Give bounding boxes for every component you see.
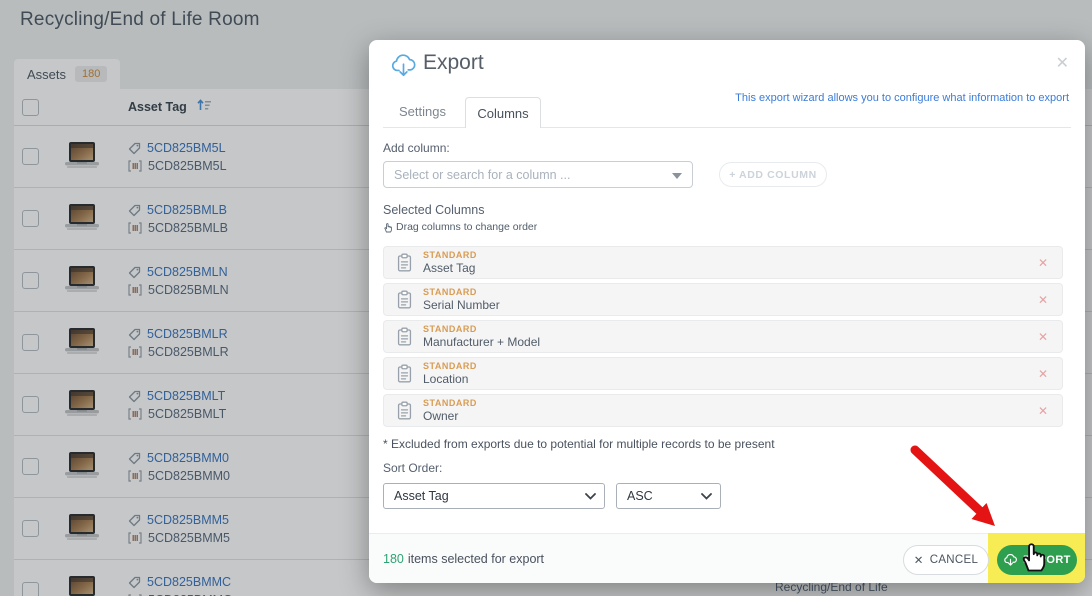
selected-column-card[interactable]: STANDARD Manufacturer + Model ✕: [383, 320, 1063, 353]
chevron-down-icon: [701, 493, 720, 500]
column-search-select[interactable]: Select or search for a column ...: [383, 161, 693, 188]
cancel-x-icon: ✕: [914, 553, 924, 567]
cancel-button[interactable]: ✕ CANCEL: [903, 545, 989, 575]
add-column-button[interactable]: + ADD COLUMN: [719, 162, 827, 187]
add-column-label: Add column:: [383, 141, 450, 155]
column-name: Asset Tag: [423, 262, 1038, 274]
clipboard-icon: [396, 253, 413, 272]
selected-column-card[interactable]: STANDARD Asset Tag ✕: [383, 246, 1063, 279]
cloud-download-icon: [1003, 554, 1018, 567]
hand-pointer-icon: [383, 222, 392, 233]
remove-column-icon[interactable]: ✕: [1038, 404, 1048, 418]
hand-cursor: [1018, 540, 1046, 573]
chevron-down-icon: [585, 493, 604, 500]
close-icon[interactable]: ✕: [1056, 53, 1069, 73]
remove-column-icon[interactable]: ✕: [1038, 256, 1048, 270]
column-search-placeholder: Select or search for a column ...: [384, 168, 672, 182]
clipboard-icon: [396, 327, 413, 346]
column-name: Serial Number: [423, 299, 1038, 311]
selected-count: 180: [383, 552, 404, 566]
selected-column-card[interactable]: STANDARD Location ✕: [383, 357, 1063, 390]
column-type-badge: STANDARD: [423, 362, 1038, 371]
remove-column-icon[interactable]: ✕: [1038, 367, 1048, 381]
selected-columns-list: STANDARD Asset Tag ✕ STANDARD Serial Num…: [383, 246, 1063, 431]
cloud-download-icon: [390, 54, 417, 84]
chevron-down-icon: [672, 166, 692, 184]
remove-column-icon[interactable]: ✕: [1038, 330, 1048, 344]
sort-field-select[interactable]: Asset Tag: [383, 483, 605, 509]
drag-columns-hint: Drag columns to change order: [383, 221, 537, 233]
modal-title: Export: [423, 51, 484, 75]
modal-footer: 180items selected for export ✕ CANCEL EX…: [369, 533, 1085, 583]
column-type-badge: STANDARD: [423, 251, 1038, 260]
selected-column-card[interactable]: STANDARD Serial Number ✕: [383, 283, 1063, 316]
column-type-badge: STANDARD: [423, 325, 1038, 334]
excluded-note: * Excluded from exports due to potential…: [383, 437, 775, 451]
column-type-badge: STANDARD: [423, 399, 1038, 408]
clipboard-icon: [396, 364, 413, 383]
sort-order-label: Sort Order:: [383, 461, 442, 475]
column-name: Location: [423, 373, 1038, 385]
tab-columns[interactable]: Columns: [465, 97, 541, 128]
tab-settings[interactable]: Settings: [399, 104, 446, 119]
column-type-badge: STANDARD: [423, 288, 1038, 297]
column-name: Owner: [423, 410, 1038, 422]
selected-column-card[interactable]: STANDARD Owner ✕: [383, 394, 1063, 427]
selected-columns-title: Selected Columns: [383, 203, 484, 217]
sort-direction-select[interactable]: ASC: [616, 483, 721, 509]
selected-count-suffix: items selected for export: [408, 552, 544, 566]
clipboard-icon: [396, 401, 413, 420]
clipboard-icon: [396, 290, 413, 309]
column-name: Manufacturer + Model: [423, 336, 1038, 348]
export-wizard-helper-text: This export wizard allows you to configu…: [735, 92, 1069, 104]
red-arrow-annotation: [895, 438, 1007, 533]
remove-column-icon[interactable]: ✕: [1038, 293, 1048, 307]
